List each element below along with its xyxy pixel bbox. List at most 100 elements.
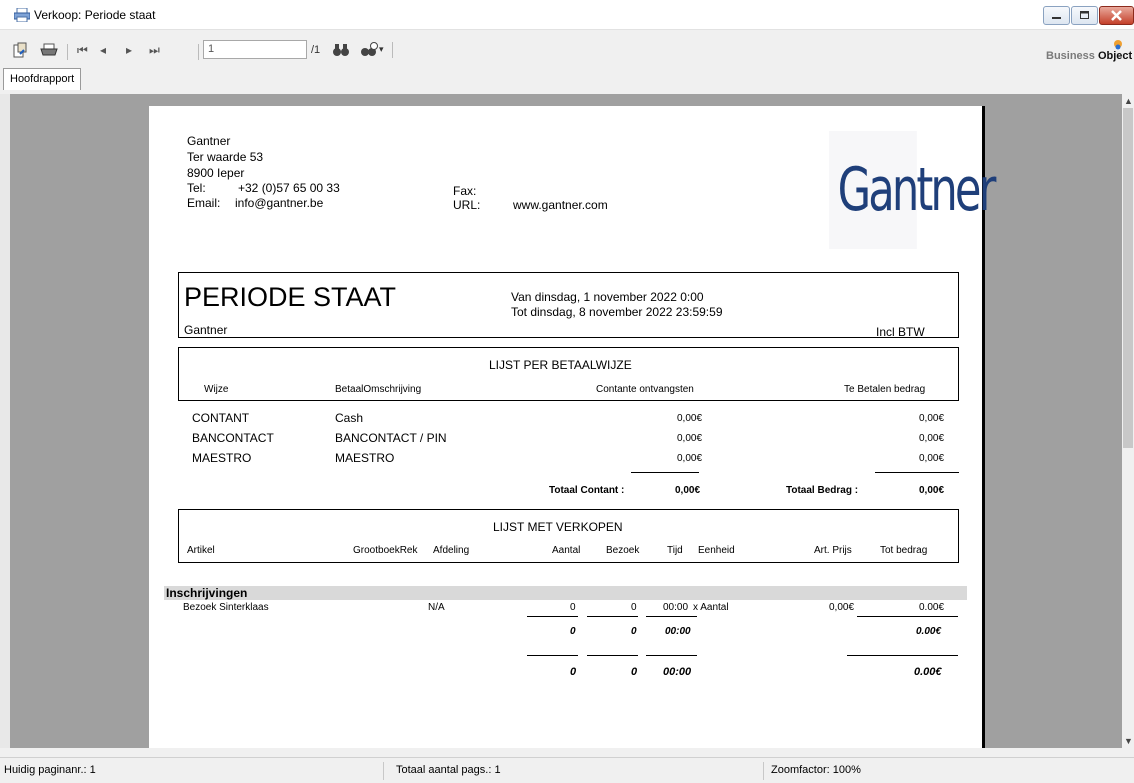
export-icon[interactable] (12, 42, 28, 58)
subtotal-time: 00:00 (665, 626, 691, 637)
last-page-icon[interactable]: ⏭ (149, 42, 160, 58)
payments-section-title: LIJST PER BETAALWIJZE (489, 358, 632, 372)
maximize-button[interactable] (1071, 6, 1098, 25)
status-current-page: Huidig paginanr.: 1 (4, 764, 96, 776)
status-separator (763, 762, 764, 780)
grandtotal-total: 0.00€ (914, 666, 942, 678)
find-icon[interactable] (332, 42, 350, 58)
col-visits: Bezoek (606, 545, 640, 556)
sale-article: Bezoek Sinterklaas (183, 602, 269, 613)
payments-header-box (178, 347, 959, 401)
payment-due: 0,00€ (919, 413, 945, 424)
tax-mode: Incl BTW (876, 325, 925, 339)
title-bar: Verkoop: Periode staat (0, 0, 1134, 30)
window-title: Verkoop: Periode staat (34, 8, 156, 22)
sale-department: N/A (428, 602, 445, 613)
close-button[interactable] (1099, 6, 1134, 25)
col-article: Artikel (187, 545, 215, 556)
report-title: PERIODE STAAT (184, 282, 397, 312)
business-objects-logo-icon (1114, 40, 1122, 50)
subtotal-visits: 0 (631, 626, 637, 637)
subtotal-rule (527, 616, 578, 617)
payment-description: Cash (335, 411, 364, 425)
payment-method: CONTANT (192, 411, 250, 425)
business-objects-logo: Business Object (1046, 40, 1133, 62)
status-bar: Huidig paginanr.: 1 Totaal aantal pags.:… (0, 757, 1134, 783)
sale-visits: 0 (631, 602, 637, 613)
report-page: Gantner Ter waarde 53 8900 Ieper Tel: +3… (149, 106, 996, 748)
status-total-pages: Totaal aantal pags.: 1 (396, 764, 501, 776)
tab-strip: Hoofdrapport (0, 66, 1134, 92)
company-name: Gantner (187, 134, 231, 148)
total-due-value: 0,00€ (919, 485, 945, 496)
group-band (164, 586, 967, 600)
subtotal-rule (587, 616, 638, 617)
vertical-scrollbar[interactable]: ▲ ▼ (1122, 94, 1134, 748)
fax-label: Fax: (453, 184, 477, 198)
payment-cash: 0,00€ (677, 433, 703, 444)
col-method: Wijze (204, 384, 229, 395)
sale-unit-price: 0,00€ (829, 602, 855, 613)
scrollbar-thumb[interactable] (1123, 108, 1133, 448)
total-due-label: Totaal Bedrag : (786, 485, 859, 496)
minimize-button[interactable] (1043, 6, 1070, 25)
col-unit-price: Art. Prijs (814, 545, 852, 556)
col-unit: Eenheid (698, 545, 735, 556)
previous-page-icon[interactable]: ◂ (100, 42, 106, 58)
scroll-up-icon[interactable]: ▲ (1124, 96, 1133, 106)
total-cash-value: 0,00€ (675, 485, 701, 496)
period-to: Tot dinsdag, 8 november 2022 23:59:59 (511, 305, 723, 319)
sales-section-title: LIJST MET VERKOPEN (493, 520, 623, 534)
url-value: www.gantner.com (513, 198, 608, 212)
cash-total-rule (631, 472, 699, 473)
col-time: Tijd (667, 545, 683, 556)
total-cash-label: Totaal Contant : (549, 485, 625, 496)
page-number-input[interactable]: 1 (203, 40, 307, 59)
grandtotal-time: 00:00 (663, 666, 692, 678)
sale-time: 00:00 (663, 602, 689, 613)
payment-description: BANCONTACT / PIN (335, 431, 447, 445)
grandtotal-rule (646, 655, 697, 656)
status-zoom: Zoomfactor: 100% (771, 764, 861, 776)
col-cash-received: Contante ontvangsten (596, 384, 694, 395)
scroll-down-icon[interactable]: ▼ (1124, 736, 1133, 746)
payment-method: MAESTRO (192, 451, 252, 465)
report-canvas[interactable]: Gantner Ter waarde 53 8900 Ieper Tel: +3… (10, 94, 1122, 748)
col-amount-due: Te Betalen bedrag (844, 384, 926, 395)
close-icon (1111, 10, 1122, 21)
tel-value: +32 (0)57 65 00 33 (238, 181, 340, 195)
url-label: URL: (453, 198, 481, 212)
grandtotal-rule (587, 655, 638, 656)
group-title: Inschrijvingen (166, 586, 248, 600)
status-separator (383, 762, 384, 780)
email-label: Email: (187, 196, 221, 210)
maximize-icon (1080, 11, 1089, 19)
sale-unit: x Aantal (693, 602, 729, 613)
subtotal-rule (646, 616, 697, 617)
next-page-icon[interactable]: ▸ (126, 42, 132, 58)
grandtotal-rule (847, 655, 958, 656)
payment-due: 0,00€ (919, 433, 945, 444)
subtotal-quantity: 0 (570, 626, 576, 637)
page-total-label: /1 (311, 44, 321, 56)
zoom-dropdown-chevron-icon[interactable]: ▾ (379, 44, 384, 55)
col-line-total: Tot bedrag (880, 545, 928, 556)
brand-prefix: Business (1046, 50, 1098, 62)
col-ledger-account: GrootboekRek (353, 545, 418, 556)
company-city: 8900 Ieper (187, 166, 245, 180)
gantner-logo: Gantner (829, 131, 996, 249)
sale-line-total: 0.00€ (919, 602, 945, 613)
first-page-icon[interactable]: ⏮ (77, 42, 88, 58)
subtotal-total: 0.00€ (916, 626, 942, 637)
col-description: BetaalOmschrijving (335, 384, 422, 395)
payment-method: BANCONTACT (192, 431, 274, 445)
print-icon[interactable] (40, 42, 58, 58)
payment-description: MAESTRO (335, 451, 395, 465)
report-viewer-window: Verkoop: Periode staat ⏮ ◂ ▸ ⏭ 1 /1 ▾ Bu… (0, 0, 1134, 783)
brand-name: Object (1097, 50, 1133, 62)
grandtotal-rule (527, 655, 578, 656)
report-subtitle: Gantner (184, 323, 228, 337)
zoom-icon[interactable] (360, 42, 378, 58)
payment-due: 0,00€ (919, 453, 945, 464)
tab-hoofdrapport[interactable]: Hoofdrapport (3, 68, 82, 90)
